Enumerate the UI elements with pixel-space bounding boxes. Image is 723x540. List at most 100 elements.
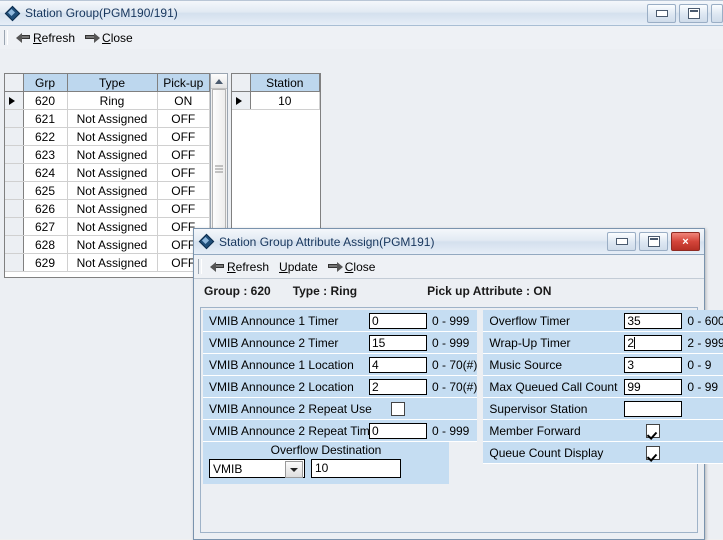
cell-pickup[interactable]: OFF bbox=[157, 163, 210, 182]
scrollbar-thumb[interactable] bbox=[212, 89, 226, 249]
field-label: Wrap-Up Timer bbox=[489, 335, 571, 350]
table-row[interactable]: 628 Not Assigned OFF bbox=[5, 235, 210, 254]
cell-grp[interactable]: 629 bbox=[23, 253, 68, 272]
dialog-titlebar[interactable]: Station Group Attribute Assign(PGM191) × bbox=[194, 229, 704, 255]
refresh-button[interactable]: Refresh bbox=[14, 30, 83, 46]
cell-type[interactable]: Not Assigned bbox=[67, 109, 158, 128]
cell-grp[interactable]: 627 bbox=[23, 217, 68, 236]
dialog-toolbar: Refresh Update Close bbox=[194, 255, 704, 279]
input-vmib-announce-1-timer[interactable]: 0 bbox=[369, 312, 427, 329]
overflow-destination-select[interactable]: VMIB bbox=[209, 459, 305, 478]
refresh-icon bbox=[16, 32, 31, 43]
cell-station[interactable]: 10 bbox=[250, 91, 320, 110]
column-header-grp[interactable]: Grp bbox=[23, 74, 68, 92]
chevron-down-icon[interactable] bbox=[285, 461, 303, 478]
row-indicator[interactable] bbox=[5, 235, 24, 254]
cell-type[interactable]: Not Assigned bbox=[67, 181, 158, 200]
dialog-maximize-button[interactable] bbox=[639, 232, 668, 251]
cell-pickup[interactable]: OFF bbox=[157, 109, 210, 128]
close-icon: × bbox=[682, 235, 689, 248]
cell-pickup[interactable]: ON bbox=[157, 91, 210, 110]
field-range: 0 - 9 bbox=[687, 357, 712, 372]
cell-grp[interactable]: 621 bbox=[23, 109, 68, 128]
cell-grp[interactable]: 623 bbox=[23, 145, 68, 164]
table-row[interactable]: 10 bbox=[232, 91, 320, 110]
input-overflow-timer[interactable]: 35 bbox=[624, 312, 683, 329]
cell-type[interactable]: Not Assigned bbox=[67, 127, 158, 146]
column-header-type[interactable]: Type bbox=[67, 74, 158, 92]
cell-pickup[interactable]: OFF bbox=[157, 145, 210, 164]
row-indicator[interactable] bbox=[232, 91, 251, 110]
row-indicator[interactable] bbox=[5, 181, 24, 200]
cell-pickup[interactable]: OFF bbox=[157, 199, 210, 218]
field-label: VMIB Announce 2 Repeat Use bbox=[209, 401, 372, 416]
scroll-up-button[interactable] bbox=[211, 74, 227, 89]
cell-pickup[interactable]: OFF bbox=[157, 127, 210, 146]
dialog-close-label: Close bbox=[344, 259, 376, 274]
column-header-pickup[interactable]: Pick-up bbox=[157, 74, 210, 92]
checkbox-vmib-announce-2-repeat-use[interactable] bbox=[391, 401, 405, 416]
column-header-station[interactable]: Station bbox=[250, 74, 320, 92]
cell-grp[interactable]: 628 bbox=[23, 235, 68, 254]
cell-type[interactable]: Not Assigned bbox=[67, 145, 158, 164]
dialog-refresh-button[interactable]: Refresh bbox=[208, 259, 277, 275]
form-row: VMIB Announce 2 Timer 15 0 - 999 bbox=[203, 332, 478, 354]
input-vmib-announce-2-timer[interactable]: 15 bbox=[369, 334, 427, 351]
minimize-button[interactable] bbox=[647, 4, 676, 23]
cell-type[interactable]: Not Assigned bbox=[67, 163, 158, 182]
table-row[interactable]: 622 Not Assigned OFF bbox=[5, 127, 210, 146]
close-icon bbox=[327, 261, 343, 272]
input-supervisor-station[interactable] bbox=[624, 400, 683, 417]
maximize-button[interactable] bbox=[679, 4, 708, 23]
input-vmib-announce-2-repeat-timer[interactable]: 0 bbox=[369, 422, 427, 439]
row-indicator[interactable] bbox=[5, 163, 24, 182]
cell-type[interactable]: Not Assigned bbox=[67, 235, 158, 254]
field-range: 0 - 600 bbox=[687, 313, 723, 328]
table-row[interactable]: 626 Not Assigned OFF bbox=[5, 199, 210, 218]
checkbox-member-forward[interactable] bbox=[646, 423, 661, 438]
cell-type[interactable]: Ring bbox=[67, 91, 158, 110]
group-grid[interactable]: Grp Type Pick-up 620 Ring ON 621 Not Assigne… bbox=[4, 73, 211, 278]
cell-grp[interactable]: 624 bbox=[23, 163, 68, 182]
dialog-minimize-button[interactable] bbox=[607, 232, 636, 251]
row-indicator[interactable] bbox=[5, 253, 24, 272]
dialog-close-toolbar-button[interactable]: Close bbox=[326, 259, 384, 275]
main-window-title: Station Group(PGM190/191) bbox=[25, 6, 178, 20]
input-music-source[interactable]: 3 bbox=[624, 356, 683, 373]
dialog-toolbar-separator bbox=[198, 259, 202, 274]
row-indicator[interactable] bbox=[5, 145, 24, 164]
cell-grp[interactable]: 626 bbox=[23, 199, 68, 218]
table-row[interactable]: 629 Not Assigned OFF bbox=[5, 253, 210, 272]
checkbox-queue-count-display[interactable] bbox=[646, 445, 661, 460]
cell-grp[interactable]: 625 bbox=[23, 181, 68, 200]
close-button[interactable] bbox=[711, 4, 723, 23]
field-range: 2 - 999 bbox=[687, 335, 723, 350]
row-indicator[interactable] bbox=[5, 109, 24, 128]
input-vmib-announce-2-location[interactable]: 2 bbox=[369, 378, 427, 395]
input-max-queued-call-count[interactable]: 99 bbox=[624, 378, 683, 395]
row-indicator[interactable] bbox=[5, 199, 24, 218]
close-toolbar-button[interactable]: Close bbox=[83, 30, 141, 46]
overflow-destination-number-input[interactable]: 10 bbox=[311, 459, 401, 478]
table-row[interactable]: 624 Not Assigned OFF bbox=[5, 163, 210, 182]
input-wrap-up-timer[interactable]: 2 bbox=[624, 334, 683, 351]
dialog-close-button[interactable]: × bbox=[671, 232, 700, 251]
cell-pickup[interactable]: OFF bbox=[157, 181, 210, 200]
row-indicator[interactable] bbox=[5, 127, 24, 146]
cell-grp[interactable]: 622 bbox=[23, 127, 68, 146]
cell-type[interactable]: Not Assigned bbox=[67, 199, 158, 218]
dialog-update-button[interactable]: Update bbox=[277, 259, 326, 275]
input-vmib-announce-1-location[interactable]: 4 bbox=[369, 356, 427, 373]
diamond-icon bbox=[200, 235, 213, 248]
table-row[interactable]: 625 Not Assigned OFF bbox=[5, 181, 210, 200]
table-row[interactable]: 620 Ring ON bbox=[5, 91, 210, 110]
row-indicator[interactable] bbox=[5, 91, 24, 110]
row-indicator[interactable] bbox=[5, 217, 24, 236]
cell-grp[interactable]: 620 bbox=[23, 91, 68, 110]
table-row[interactable]: 623 Not Assigned OFF bbox=[5, 145, 210, 164]
form-row: VMIB Announce 1 Timer 0 0 - 999 bbox=[203, 310, 478, 332]
cell-type[interactable]: Not Assigned bbox=[67, 253, 158, 272]
table-row[interactable]: 627 Not Assigned OFF bbox=[5, 217, 210, 236]
cell-type[interactable]: Not Assigned bbox=[67, 217, 158, 236]
table-row[interactable]: 621 Not Assigned OFF bbox=[5, 109, 210, 128]
